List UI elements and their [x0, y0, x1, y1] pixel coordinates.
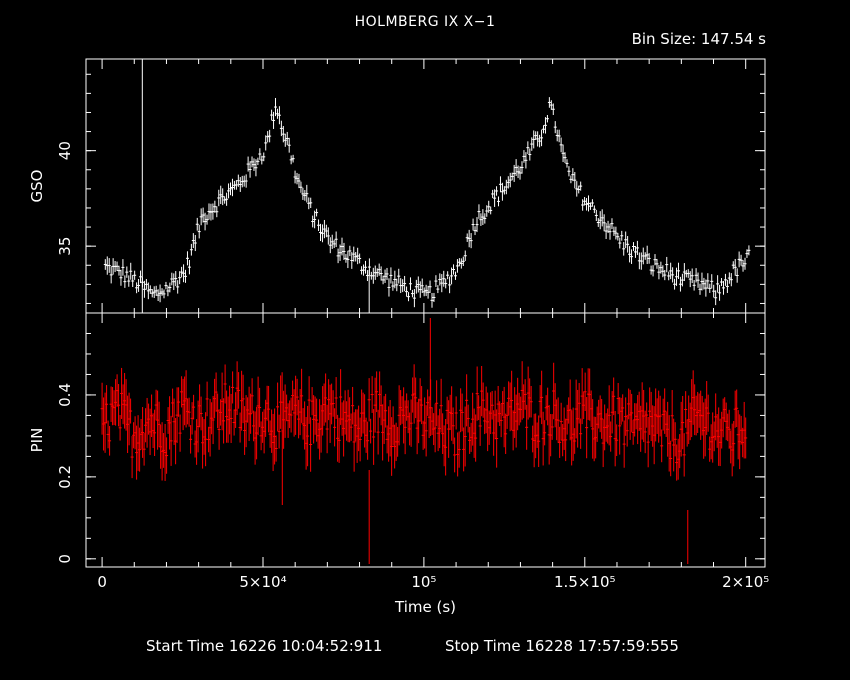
- gso-series: [103, 59, 751, 313]
- pin-y-tick-label: 0.4: [56, 383, 74, 407]
- start-time-label: Start Time 16226 10:04:52:911: [146, 637, 383, 655]
- stop-time-label: Stop Time 16228 17:57:59:555: [445, 637, 679, 655]
- pin-series: [100, 318, 748, 564]
- x-tick-label: 5×10⁴: [239, 573, 286, 591]
- x-tick-label: 0: [97, 573, 107, 591]
- pin-axis-label: PIN: [28, 428, 46, 453]
- pin-panel-frame: [85, 312, 766, 568]
- x-tick-label: 2×10⁵: [722, 573, 769, 591]
- x-tick-label: 10⁵: [411, 573, 436, 591]
- pin-y-tick-label: 0.2: [56, 465, 74, 489]
- pin-y-tick-label: 0: [56, 554, 74, 564]
- gso-axis-label: GSO: [28, 170, 46, 203]
- axes: [85, 58, 766, 568]
- gso-y-tick-label: 35: [56, 237, 74, 256]
- x-axis-label: Time (s): [394, 598, 456, 616]
- gso-y-tick-label: 40: [56, 141, 74, 160]
- axis-labels: 35 40 GSO 0 0.2 0.4 PIN 0 5×10⁴ 10⁵ 1.5×10⁵ 2×10⁵ Ti…: [28, 141, 769, 616]
- x-tick-label: 1.5×10⁵: [554, 573, 616, 591]
- light-curve-plot: 35 40 GSO 0 0.2 0.4 PIN 0 5×10⁴ 10⁵ 1.5×10⁵ 2×10⁵ Ti…: [28, 58, 769, 616]
